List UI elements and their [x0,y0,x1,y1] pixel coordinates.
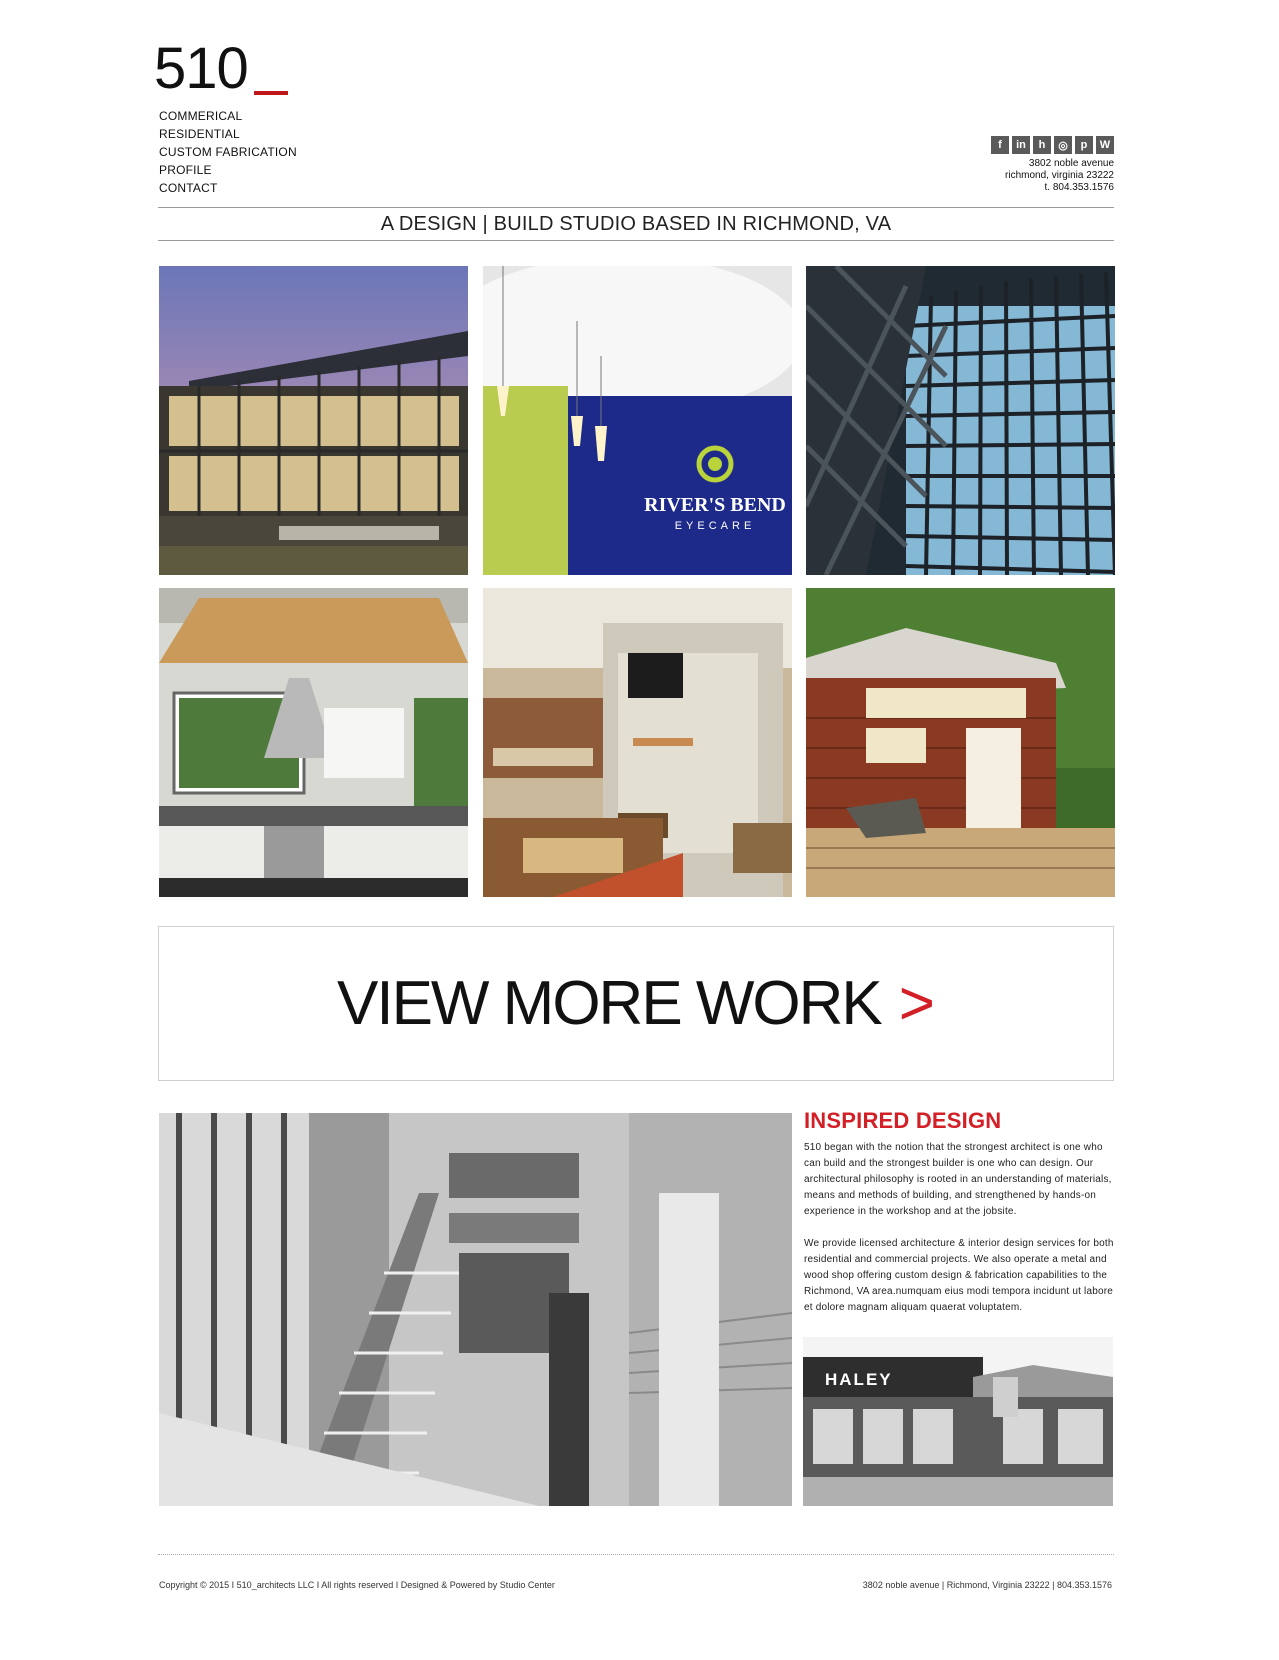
view-more-work-button[interactable]: VIEW MORE WORK > [158,926,1114,1081]
facebook-icon[interactable]: f [991,136,1009,154]
gallery-tile-studio-shed[interactable] [806,588,1115,897]
wordpress-icon[interactable]: W [1096,136,1114,154]
page-container: 510 COMMERICAL RESIDENTIAL CUSTOM FABRIC… [154,0,1115,1660]
header-address: 3802 noble avenue richmond, virginia 232… [1005,158,1114,194]
pinterest-icon[interactable]: p [1075,136,1093,154]
logo-underscore [254,91,288,95]
main-nav: COMMERICAL RESIDENTIAL CUSTOM FABRICATIO… [159,107,297,197]
gallery-tile-living-room[interactable] [483,588,792,897]
about-paragraph-1: 510 began with the notion that the stron… [804,1142,1112,1217]
about-paragraph-2: We provide licensed architecture & inter… [804,1238,1114,1313]
interior-stair-photo [159,1113,792,1506]
nav-profile[interactable]: PROFILE [159,161,297,179]
logo[interactable]: 510 [154,40,249,98]
chevron-right-icon: > [898,969,935,1038]
gallery-tile-rivers-bend[interactable]: RIVER'S BEND EYECARE [483,266,792,575]
nav-residential[interactable]: RESIDENTIAL [159,125,297,143]
linkedin-icon[interactable]: in [1012,136,1030,154]
footer-divider [158,1554,1114,1555]
gallery-tile-kitchen[interactable] [159,588,468,897]
about-title: INSPIRED DESIGN [804,1108,1002,1133]
footer-contact: 3802 noble avenue | Richmond, Virginia 2… [862,1580,1112,1590]
view-more-label: VIEW MORE WORK [337,969,883,1038]
footer-copyright: Copyright © 2015 I 510_architects LLC I … [159,1580,555,1590]
rivers-bend-sign: RIVER'S BEND [644,494,786,516]
address-city: richmond, virginia 23222 [1005,170,1114,181]
address-phone: t. 804.353.1576 [1044,182,1114,193]
nav-contact[interactable]: CONTACT [159,179,297,197]
gallery-tile-office-building[interactable] [159,266,468,575]
rivers-bend-subsign: EYECARE [675,520,756,532]
instagram-icon[interactable]: ◎ [1054,136,1072,154]
houzz-icon[interactable]: h [1033,136,1051,154]
nav-commercial[interactable]: COMMERICAL [159,107,297,125]
social-links: f in h ◎ p W [991,136,1114,154]
gallery-tile-glass-block[interactable] [806,266,1115,575]
tagline: A DESIGN | BUILD STUDIO BASED IN RICHMON… [380,213,892,235]
nav-custom-fabrication[interactable]: CUSTOM FABRICATION [159,143,297,161]
address-street: 3802 noble avenue [1028,158,1114,169]
tagline-bar: A DESIGN | BUILD STUDIO BASED IN RICHMON… [158,207,1114,241]
about-section: INSPIRED DESIGN 510 began with the notio… [804,1108,1114,1316]
haley-sign: HALEY [825,1370,893,1389]
haley-dealership-photo: HALEY [803,1337,1113,1506]
